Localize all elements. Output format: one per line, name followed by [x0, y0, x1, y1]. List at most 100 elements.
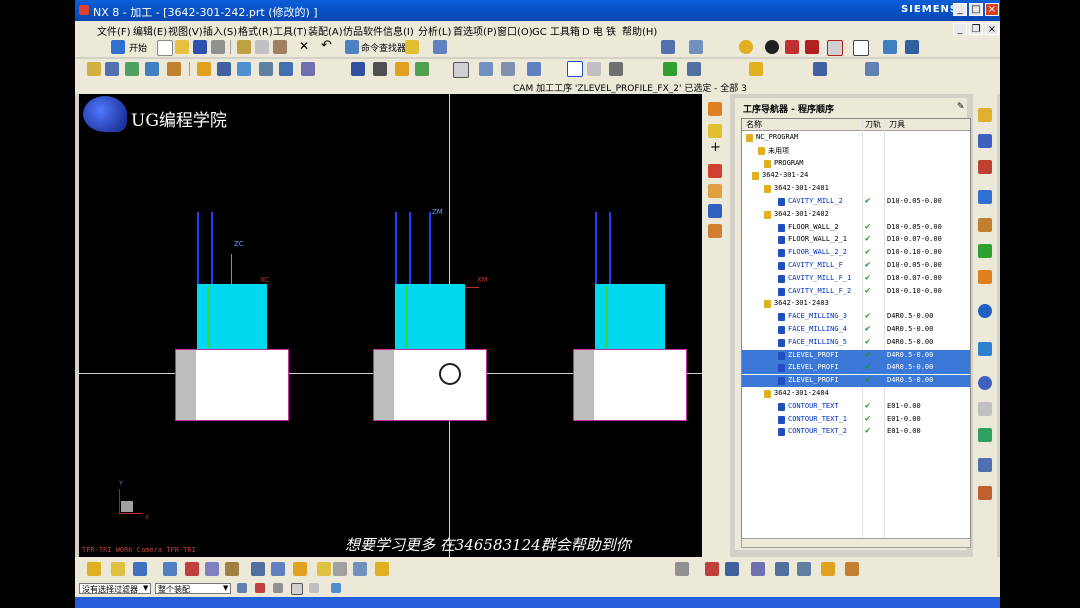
render-icon[interactable] — [765, 40, 779, 54]
tools-icon[interactable] — [978, 458, 992, 472]
object-icon[interactable] — [749, 62, 763, 76]
menu-plugin[interactable]: 仿品软件 — [343, 23, 383, 38]
graphics-viewport[interactable]: UG编程学院 ZC XC ZM XM Y X 想要学习更多 在346583124… — [79, 94, 703, 557]
constraint-navigator-icon[interactable] — [978, 134, 992, 148]
box-red-icon[interactable] — [805, 40, 819, 54]
menu-file[interactable]: 文件(F) — [97, 23, 131, 38]
object-list-icon[interactable] — [813, 62, 827, 76]
operation-row[interactable]: FACE_MILLING_5 ✔ D4R0.5-0.00 — [742, 337, 970, 349]
feed-icon[interactable] — [373, 62, 387, 76]
operation-row[interactable]: ZLEVEL_PROFI ✔ D4R0.5-0.00 — [742, 362, 970, 375]
program-group-row[interactable]: 3642-301-2402 — [742, 209, 970, 221]
generate-path-icon[interactable] — [197, 62, 211, 76]
method-view-icon[interactable] — [527, 62, 541, 76]
people-icon[interactable] — [978, 486, 992, 500]
operation-row[interactable]: FLOOR_WALL_2_1 ✔ D10-0.07-0.00 — [742, 234, 970, 246]
title-bar[interactable]: NX 8 - 加工 - [3642-301-242.prt (修改的) ] SI… — [75, 0, 1000, 21]
verify-path-icon[interactable] — [259, 62, 273, 76]
new-file-icon[interactable] — [157, 40, 173, 56]
system-materials-icon[interactable] — [978, 342, 992, 356]
fit-view-icon[interactable] — [661, 40, 675, 54]
menu-analysis[interactable]: 分析(L) — [418, 23, 451, 38]
maximize-button[interactable]: □ — [969, 3, 983, 16]
box-white-icon[interactable] — [827, 40, 843, 56]
print-icon[interactable] — [211, 40, 225, 54]
create-tool-icon[interactable] — [105, 62, 119, 76]
pin-icon[interactable]: ✎ — [957, 102, 965, 112]
measure-icon[interactable] — [821, 562, 835, 576]
operation-row[interactable]: FLOOR_WALL_2 ✔ D10-0.05-0.00 — [742, 222, 970, 234]
program-group-row[interactable]: 3642-301-2403 — [742, 298, 970, 310]
create-operation-icon[interactable] — [167, 62, 181, 76]
curve-icon[interactable] — [225, 562, 239, 576]
filter-view-icon[interactable] — [273, 583, 283, 593]
plus-icon[interactable]: + — [710, 140, 721, 155]
web-browser-icon[interactable] — [978, 244, 992, 258]
delete-icon[interactable]: ✕ — [299, 39, 309, 53]
layer-icon[interactable] — [853, 40, 869, 56]
reuse-library-icon[interactable] — [978, 218, 992, 232]
intersection-icon[interactable] — [205, 562, 219, 576]
operation-row[interactable]: CAVITY_MILL_F_1 ✔ D10-0.07-0.00 — [742, 273, 970, 285]
quadrant-icon[interactable] — [185, 562, 199, 576]
program-group-row[interactable]: NC_PROGRAM — [742, 132, 970, 144]
part-navigator-icon[interactable] — [978, 160, 992, 174]
cut-mode-icon[interactable] — [609, 62, 623, 76]
start-icon[interactable] — [111, 40, 125, 54]
create-geometry-icon[interactable] — [125, 62, 139, 76]
column-tool[interactable]: 刀具 — [889, 119, 905, 130]
menu-extra[interactable]: 铁 — [606, 23, 616, 38]
cam-select-icon[interactable] — [375, 562, 389, 576]
settings-icon[interactable] — [708, 224, 722, 238]
arrow-icon[interactable] — [751, 562, 765, 576]
replay-path-icon[interactable] — [217, 62, 231, 76]
chevron-down-icon[interactable]: ▼ — [143, 584, 148, 592]
undo-icon[interactable]: ↶ — [321, 38, 332, 53]
program-group-row[interactable]: 3642-301-2401 — [742, 183, 970, 195]
rotate-icon[interactable] — [689, 40, 703, 54]
doc-restore-button[interactable]: ❐ — [969, 23, 983, 35]
select-arrow-icon[interactable] — [433, 40, 447, 54]
body-icon[interactable] — [271, 562, 285, 576]
tangent-icon[interactable] — [725, 562, 739, 576]
face-icon[interactable] — [251, 562, 265, 576]
close-button[interactable]: × — [985, 3, 999, 16]
midpoint-icon[interactable] — [133, 562, 147, 576]
column-name[interactable]: 名称 — [746, 119, 762, 130]
move-path-icon[interactable] — [279, 62, 293, 76]
program-view-icon[interactable] — [479, 62, 493, 76]
create-program-icon[interactable] — [87, 62, 101, 76]
operation-row[interactable]: CONTOUR_TEXT ✔ E01-0.00 — [742, 401, 970, 413]
shade-icon[interactable] — [739, 40, 753, 54]
folder-icon[interactable] — [708, 204, 722, 218]
palette-icon[interactable] — [978, 402, 992, 416]
create-method-icon[interactable] — [145, 62, 159, 76]
properties-icon[interactable] — [687, 62, 701, 76]
menu-gc-toolbox[interactable]: GC 工具箱 — [532, 23, 580, 38]
doc-close-button[interactable]: × — [985, 23, 999, 35]
menu-preferences[interactable]: 首选项(P) — [453, 23, 497, 38]
postprocess-icon[interactable] — [301, 62, 315, 76]
filter-option-icon[interactable] — [237, 583, 247, 593]
snap-point-icon[interactable] — [87, 562, 101, 576]
operation-row[interactable]: CONTOUR_TEXT_1 ✔ E01-0.00 — [742, 414, 970, 426]
menu-view[interactable]: 视图(V) — [168, 23, 203, 38]
open-folder-icon[interactable] — [175, 40, 189, 54]
center-icon[interactable] — [163, 562, 177, 576]
doc-minimize-button[interactable]: _ — [953, 23, 967, 35]
machine-view-icon[interactable] — [501, 62, 515, 76]
type-filter-select[interactable]: 没有选择过滤器 — [79, 583, 151, 594]
operation-row[interactable]: FACE_MILLING_3 ✔ D4R0.5-0.00 — [742, 311, 970, 323]
hd3d-icon[interactable] — [978, 428, 992, 442]
wcs-icon[interactable] — [883, 40, 897, 54]
tool-icon[interactable] — [395, 62, 409, 76]
endpoint-icon[interactable] — [111, 562, 125, 576]
grid-icon[interactable] — [453, 62, 469, 78]
assembly-navigator-icon[interactable] — [978, 108, 992, 122]
program-group-row[interactable]: PROGRAM — [742, 158, 970, 170]
menu-electrode[interactable]: D 电 — [582, 23, 603, 38]
ruler-icon[interactable] — [845, 562, 859, 576]
machine-tool-icon[interactable] — [587, 62, 601, 76]
tree-hscrollbar[interactable] — [741, 538, 971, 548]
roles-icon[interactable] — [978, 304, 992, 318]
